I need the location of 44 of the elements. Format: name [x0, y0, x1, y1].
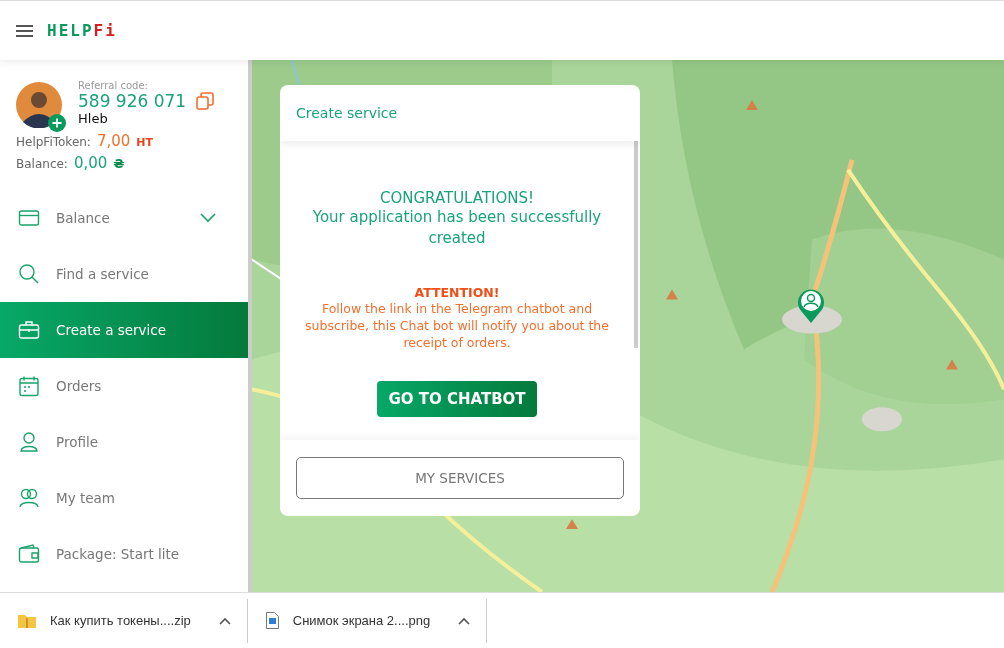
scrollbar[interactable] [634, 141, 638, 348]
sidebar-item[interactable]: Profile [0, 414, 248, 470]
menu-icon[interactable] [16, 24, 33, 37]
add-icon[interactable] [48, 114, 66, 132]
sidebar-item[interactable]: Package: Start lite [0, 526, 248, 582]
search-icon [18, 263, 40, 285]
balance-value: 0,00 [73, 154, 108, 172]
attention-text: Follow the link in the Telegram chatbot and subscribe, this Chat bot will notify you about the receipt of orders. [304, 300, 610, 351]
calendar-icon [18, 375, 40, 397]
token-value: 7,00 [96, 132, 131, 150]
location-pin-icon[interactable] [797, 288, 825, 324]
token-label: HelpFiToken: [16, 135, 91, 149]
sidebar-item[interactable]: Orders [0, 358, 248, 414]
attention-heading: ATTENTION! [414, 285, 500, 300]
my-services-button[interactable]: MY SERVICES [296, 457, 624, 499]
card-icon [18, 207, 40, 229]
copy-icon[interactable] [196, 92, 215, 110]
user-name: Hleb [78, 111, 109, 126]
token-unit: HT [136, 136, 154, 149]
logo[interactable]: HELP Fi [47, 21, 117, 40]
referral-code: 589 926 071 [78, 91, 187, 111]
balance-label: Balance: [16, 157, 68, 171]
caret-icon[interactable] [458, 616, 471, 625]
dialog-title: Create service [296, 105, 398, 121]
people-icon [18, 487, 40, 509]
congratulations-heading: CONGRATULATIONS! [379, 189, 535, 207]
wallet-icon [18, 543, 40, 565]
sidebar-item[interactable]: Find a service [0, 246, 248, 302]
sidebar-item[interactable]: Balance [0, 190, 248, 246]
download-item[interactable]: Снимок экрана 2....png [247, 598, 488, 643]
image-file-icon [265, 612, 279, 629]
caret-icon[interactable] [218, 616, 231, 625]
briefcase-icon [18, 319, 40, 341]
avatar[interactable] [16, 82, 62, 128]
person-icon [18, 431, 40, 453]
chevron-icon[interactable] [200, 213, 216, 223]
sidebar-item[interactable]: My team [0, 470, 248, 526]
folder-icon [18, 613, 36, 628]
success-message: Your application has been successfully created [311, 207, 603, 249]
download-item[interactable]: Как купить токены....zip [0, 598, 248, 643]
chatbot-button[interactable]: GO TO CHATBOT [377, 381, 537, 417]
currency-sign: ₴ [113, 156, 125, 171]
sidebar-item[interactable]: Create a service [0, 302, 248, 358]
referral-label: Referral code: [78, 80, 149, 91]
